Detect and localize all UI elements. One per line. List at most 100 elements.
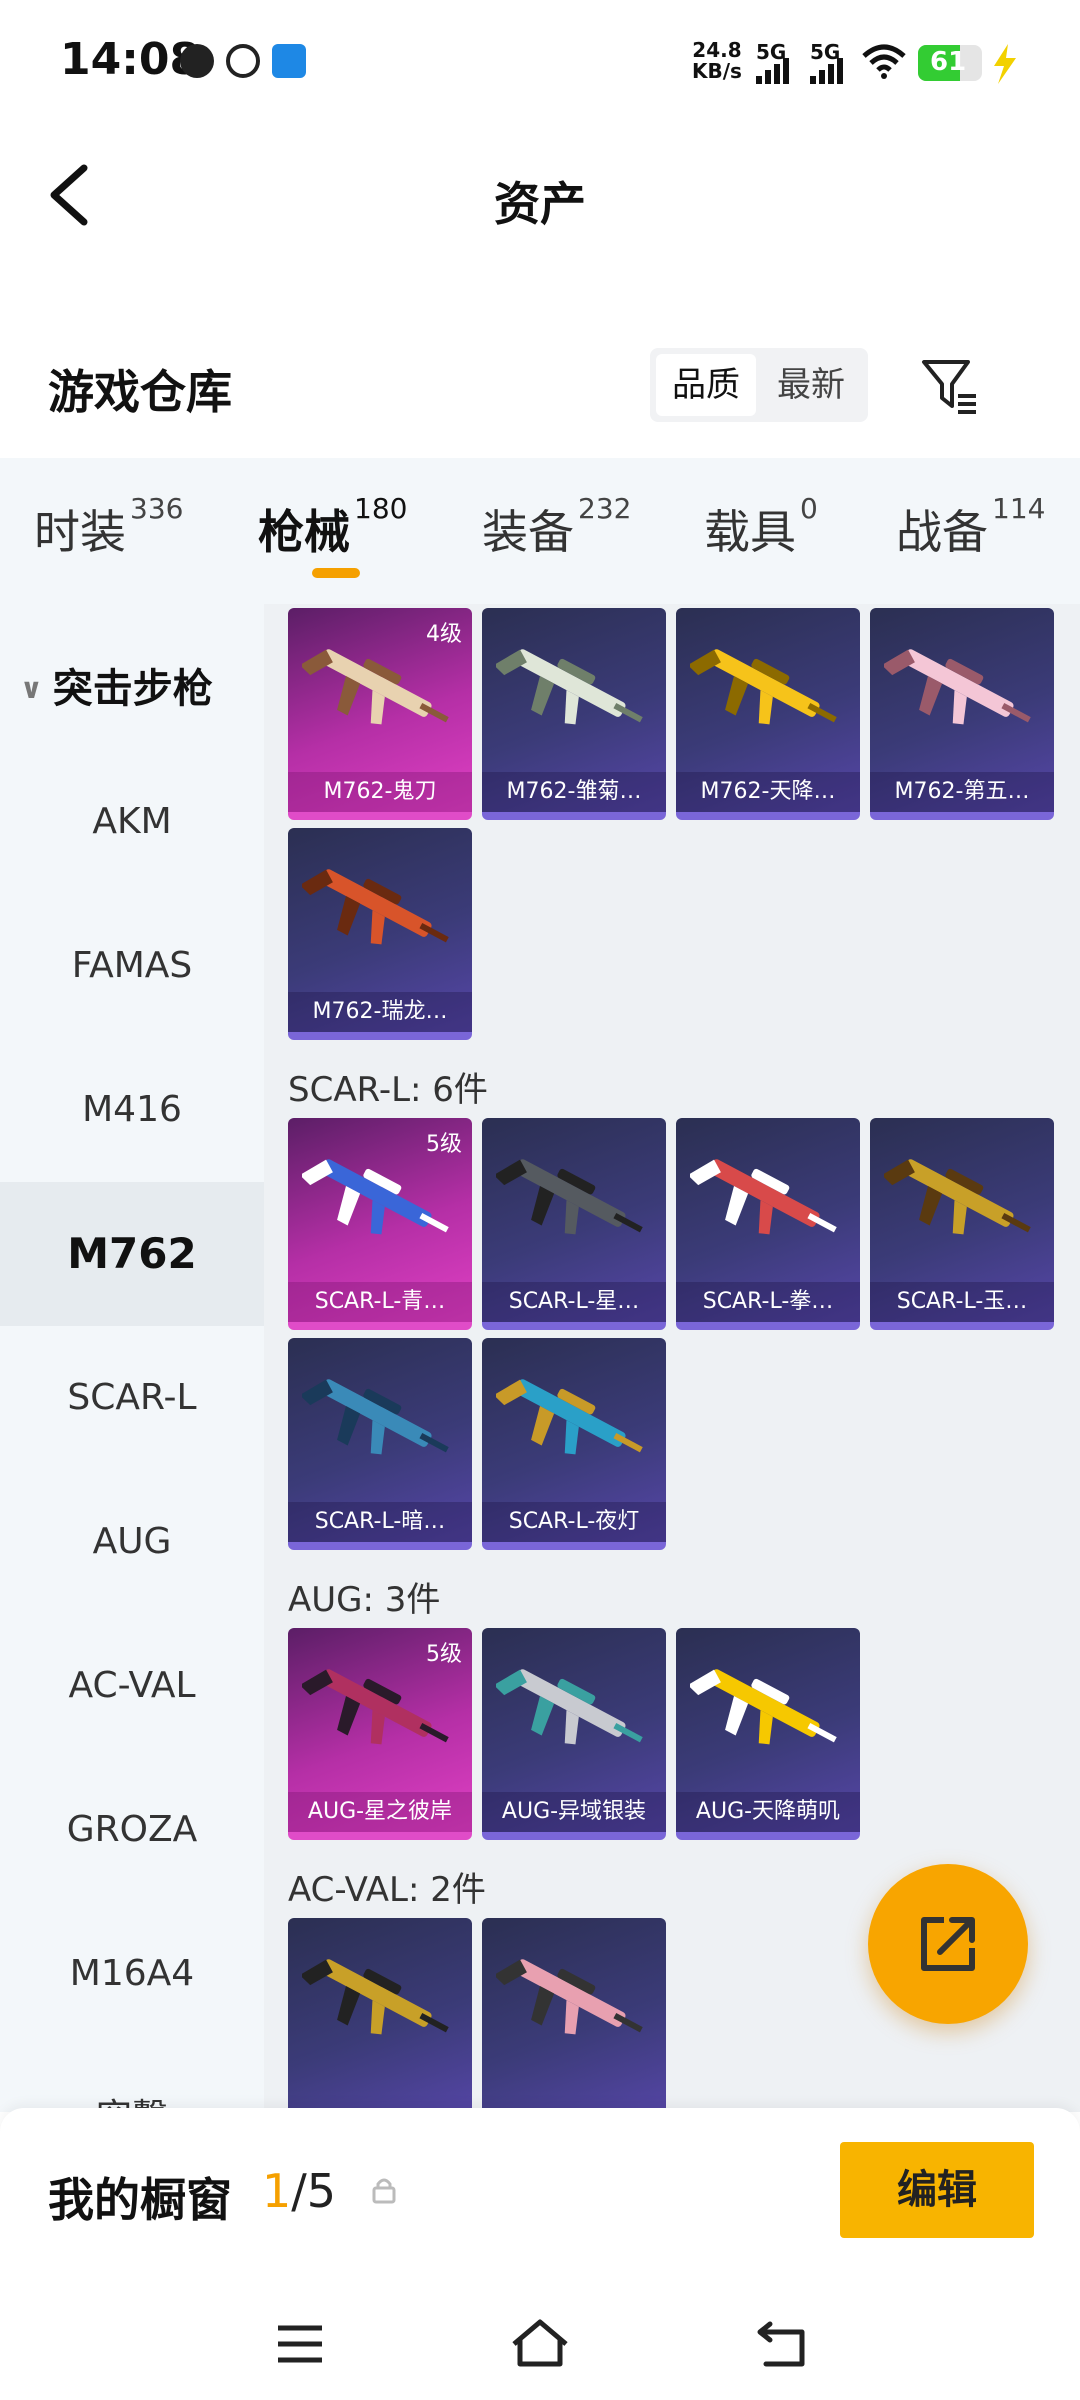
signal-icon-2 — [810, 58, 846, 84]
gun-icon — [690, 1669, 837, 1745]
skin-card[interactable]: SCAR-L-拳… — [676, 1118, 860, 1330]
showcase-label: 我的橱窗 — [48, 2173, 232, 2227]
skin-card[interactable] — [288, 1918, 472, 2112]
sidebar-item-scar-l[interactable]: SCAR-L — [0, 1326, 264, 1470]
sidebar-item-famas[interactable]: FAMAS — [0, 894, 264, 1038]
skin-name: M762-瑞龙… — [288, 992, 472, 1032]
group-label: SCAR-L: 6件 — [288, 1070, 488, 1110]
skin-name: AUG-异域银装 — [482, 1792, 666, 1832]
group-label: AC-VAL: 2件 — [288, 1870, 486, 1910]
sidebar-item-groza[interactable]: GROZA — [0, 1758, 264, 1902]
gun-icon — [496, 649, 643, 725]
skin-name: AUG-星之彼岸 — [288, 1792, 472, 1832]
skin-name: SCAR-L-玉… — [870, 1282, 1054, 1322]
skin-card[interactable]: SCAR-L-暗… — [288, 1338, 472, 1550]
lock-icon — [372, 2178, 396, 2204]
sort-option-newest[interactable]: 最新 — [760, 354, 862, 416]
skin-name: AUG-天降萌叽 — [676, 1792, 860, 1832]
level-badge: 5级 — [426, 1132, 462, 1157]
skin-card[interactable]: SCAR-L-玉… — [870, 1118, 1054, 1330]
skin-name: SCAR-L-青… — [288, 1282, 472, 1322]
sort-toggle: 品质 最新 — [650, 348, 868, 422]
gun-icon — [496, 1379, 643, 1455]
skin-card[interactable]: SCAR-L-夜灯 — [482, 1338, 666, 1550]
tab-count: 232 — [578, 492, 632, 525]
level-badge: 4级 — [426, 622, 462, 647]
charging-icon — [994, 44, 1016, 84]
skin-name: SCAR-L-拳… — [676, 1282, 860, 1322]
tab-vehicles[interactable]: 载具 0 — [704, 492, 818, 562]
gun-icon — [302, 1379, 449, 1455]
tab-costume[interactable]: 时装 336 — [34, 492, 183, 562]
gun-icon — [496, 1959, 643, 2035]
skin-card[interactable] — [482, 1918, 666, 2112]
gun-icon — [690, 1159, 837, 1235]
tab-equipment[interactable]: 装备 232 — [482, 492, 631, 562]
back-nav-icon[interactable] — [756, 2320, 806, 2368]
skin-name: SCAR-L-夜灯 — [482, 1502, 666, 1542]
skin-card[interactable]: M762-瑞龙… — [288, 828, 472, 1040]
network-speed: 24.8 KB/s — [692, 40, 742, 82]
skin-card[interactable]: M762-雏菊… — [482, 608, 666, 820]
sidebar-item-m416[interactable]: M416 — [0, 1038, 264, 1182]
home-icon[interactable] — [510, 2318, 570, 2368]
skin-name: M762-雏菊… — [482, 772, 666, 812]
skin-card[interactable]: 5级 AUG-星之彼岸 — [288, 1628, 472, 1840]
gun-icon — [496, 1669, 643, 1745]
tab-label: 装备 — [482, 505, 574, 559]
skin-card[interactable]: M762-天降… — [676, 608, 860, 820]
showcase-count: 1/5 — [262, 2164, 336, 2218]
edit-button[interactable]: 编辑 — [840, 2142, 1034, 2238]
tab-count: 0 — [800, 492, 818, 525]
gun-icon — [302, 869, 449, 945]
section-title: 游戏仓库 — [48, 365, 232, 419]
tab-label: 时装 — [34, 505, 126, 559]
menu-icon[interactable] — [276, 2322, 324, 2366]
sidebar-item-m16a4[interactable]: M16A4 — [0, 1902, 264, 2046]
skin-card[interactable]: M762-第五… — [870, 608, 1054, 820]
gun-icon — [884, 649, 1031, 725]
page-title: 资产 — [494, 177, 586, 231]
group-label: AUG: 3件 — [288, 1580, 441, 1620]
tab-firearms[interactable]: 枪械 180 — [258, 492, 407, 562]
network-speed-value: 24.8 — [692, 38, 742, 62]
share-button[interactable] — [868, 1864, 1028, 2024]
sidebar-item-m762[interactable]: M762 — [0, 1182, 264, 1326]
gun-icon — [302, 1959, 449, 2035]
skin-card[interactable]: 4级 M762-鬼刀 — [288, 608, 472, 820]
nfc-icon — [272, 44, 306, 78]
sidebar-category[interactable]: ∨ 突击步枪 — [20, 656, 213, 714]
category-tabs: 时装 336 枪械 180 装备 232 载具 0 战备 114 — [0, 458, 1080, 604]
battery-level: 61 — [930, 47, 967, 77]
active-tab-indicator — [312, 568, 360, 578]
chevron-down-icon: ∨ — [20, 672, 43, 705]
sidebar-category-label: 突击步枪 — [52, 666, 213, 712]
gun-icon — [690, 649, 837, 725]
tab-count: 180 — [354, 492, 408, 525]
battery-icon: 61 — [918, 45, 982, 81]
skin-card[interactable]: AUG-异域银装 — [482, 1628, 666, 1840]
showcase-total: /5 — [291, 2164, 337, 2218]
skin-card[interactable]: AUG-天降萌叽 — [676, 1628, 860, 1840]
filter-icon[interactable] — [920, 356, 980, 416]
skin-card[interactable]: 5级 SCAR-L-青… — [288, 1118, 472, 1330]
showcase-current: 1 — [262, 2164, 292, 2218]
skin-name: M762-鬼刀 — [288, 772, 472, 812]
sidebar-item-aug[interactable]: AUG — [0, 1470, 264, 1614]
system-nav-bar — [0, 2300, 1080, 2400]
sync-icon — [226, 44, 260, 78]
network-speed-unit: KB/s — [692, 59, 742, 83]
signal-icon-1 — [756, 58, 792, 84]
skin-name: M762-第五… — [870, 772, 1054, 812]
skin-name: SCAR-L-暗… — [288, 1502, 472, 1542]
skin-card[interactable]: SCAR-L-星… — [482, 1118, 666, 1330]
tab-count: 336 — [130, 492, 184, 525]
status-bar: 14:08 24.8 KB/s 5G 5G 61 — [0, 0, 1080, 120]
tab-label: 载具 — [704, 505, 796, 559]
sidebar-item-ac-val[interactable]: AC-VAL — [0, 1614, 264, 1758]
sidebar-item-akm[interactable]: AKM — [0, 750, 264, 894]
tab-supplies[interactable]: 战备 114 — [896, 492, 1045, 562]
app-notification-icon — [180, 44, 214, 78]
sort-option-quality[interactable]: 品质 — [656, 354, 756, 416]
weapon-sidebar: ∨ 突击步枪 AKM FAMAS M416 M762 SCAR-L AUG AC-… — [0, 604, 264, 2138]
